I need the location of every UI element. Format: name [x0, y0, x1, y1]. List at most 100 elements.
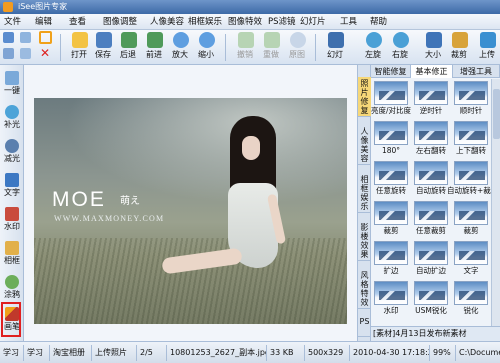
vtab-ps[interactable]: PS [358, 315, 371, 337]
fill-light-tool[interactable]: 补光 [0, 103, 24, 133]
toolbar-separator [225, 34, 226, 61]
effect-thumbnail [414, 161, 448, 185]
effect-rotate-cw[interactable]: 顺时针 [451, 81, 491, 117]
effect-free-rotate[interactable]: 任意旋转 [371, 161, 411, 197]
doodle-tool[interactable]: 涂鸦 [0, 273, 24, 303]
status-zoom: 99% [430, 345, 456, 361]
reduce-light-tool[interactable]: 减光 [0, 137, 24, 167]
panel-tabs: 智能修复 基本修正 增强工具 [371, 65, 500, 78]
menu-view[interactable]: 查看 [67, 14, 88, 30]
hand-tool-icon[interactable] [20, 32, 31, 43]
menu-frame-fun[interactable]: 相框娱乐 [186, 14, 224, 30]
effect-auto-rotate-crop[interactable]: 自动旋转+裁剪 [447, 161, 498, 197]
crop-tool-icon[interactable] [20, 48, 31, 59]
effect-expand-border[interactable]: 扩边 [371, 241, 411, 277]
effect-auto-expand[interactable]: 自动扩边 [411, 241, 451, 277]
redo-icon [264, 32, 280, 48]
slideshow-button[interactable]: 幻灯 [322, 31, 348, 64]
effect-thumbnail [374, 161, 408, 185]
menu-edit[interactable]: 编辑 [33, 14, 54, 30]
status-bar: 学习 学习 淘宝相册 上传照片 2/5 10801253_2627_副本.jpg… [0, 341, 500, 363]
panel-scrollbar[interactable] [491, 79, 500, 326]
status-learn[interactable]: 学习 [0, 345, 24, 361]
effect-rotate-180[interactable]: 180° [371, 121, 411, 157]
frame-tool[interactable]: 相框 [0, 239, 24, 269]
effect-brightness[interactable]: 亮度/对比度 [371, 81, 411, 117]
tab-enhance[interactable]: 增强工具 [453, 65, 500, 78]
folder-icon [72, 32, 88, 48]
effect-thumbnail [414, 201, 448, 225]
resize-icon [426, 32, 442, 48]
effect-usm-sharpen[interactable]: USM锐化 [411, 281, 451, 317]
rotate-left-icon [366, 32, 382, 48]
news-link[interactable]: [素材]4月13日发布新素材 [371, 326, 500, 341]
effect-crop[interactable]: 裁剪 [371, 201, 411, 237]
crop-icon [452, 32, 468, 48]
scrollbar-thumb[interactable] [493, 89, 500, 139]
zoom-out-button[interactable]: 缩小 [193, 31, 219, 64]
status-filename: 10801253_2627_副本.jpg [167, 345, 267, 361]
app-logo-icon [3, 2, 13, 12]
effect-thumbnail [454, 281, 488, 305]
toolbar-separator [60, 34, 61, 61]
effect-rotate-ccw[interactable]: 逆时针 [411, 81, 451, 117]
move-tool-icon[interactable] [3, 48, 14, 59]
effect-crop-2[interactable]: 裁剪 [451, 201, 491, 237]
status-upload-photo[interactable]: 上传照片 [92, 345, 137, 361]
effect-text[interactable]: 文字 [451, 241, 491, 277]
menu-image-adjust[interactable]: 图像调整 [101, 14, 139, 30]
effect-thumbnail [454, 121, 488, 145]
watermark-tool[interactable]: 水印 [0, 205, 24, 235]
watermark-url: WWW.MAXMONEY.COM [54, 214, 165, 223]
menu-tools[interactable]: 工具 [338, 14, 359, 30]
effect-flip-vertical[interactable]: 上下翻转 [451, 121, 491, 157]
effect-watermark[interactable]: 水印 [371, 281, 411, 317]
delete-icon[interactable]: ✕ [40, 47, 51, 59]
watermark-title: MOE [52, 188, 106, 211]
rect-select-icon[interactable] [39, 31, 52, 44]
menu-file[interactable]: 文件 [2, 14, 23, 30]
upload-button[interactable]: 上传 [474, 31, 500, 64]
original-icon [290, 32, 306, 48]
select-tool-icon[interactable] [3, 32, 14, 43]
status-taobao-album[interactable]: 淘宝相册 [50, 345, 92, 361]
effect-thumbnail [374, 81, 408, 105]
tab-smart-repair[interactable]: 智能修复 [371, 65, 411, 78]
status-study[interactable]: 学习 [24, 345, 50, 361]
slideshow-icon [328, 32, 344, 48]
status-path: C:\Documents [459, 348, 500, 357]
effect-thumbnail [414, 241, 448, 265]
effect-thumbnail [414, 281, 448, 305]
menu-help[interactable]: 帮助 [368, 14, 389, 30]
upload-icon [480, 32, 496, 48]
rotate-right-button[interactable]: 右旋 [387, 31, 413, 64]
effects-panel: 智能修复 基本修正 增强工具 亮度/对比度 逆时针 顺时针 180° 左右翻转 … [371, 65, 500, 341]
effect-thumbnail [454, 241, 488, 265]
one-click-tool[interactable]: 一键 [0, 69, 24, 99]
menu-image-effects[interactable]: 图像特效 [226, 14, 264, 30]
effect-flip-horizontal[interactable]: 左右翻转 [411, 121, 451, 157]
status-dimensions: 500x329 [305, 345, 350, 361]
effect-thumbnail [414, 121, 448, 145]
text-tool[interactable]: 文字 [0, 171, 24, 201]
tab-basic-fix[interactable]: 基本修正 [411, 65, 453, 78]
vtab-portrait[interactable]: 人像美容 [358, 125, 371, 165]
image-canvas[interactable]: MOE 萌え WWW.MAXMONEY.COM [24, 65, 357, 341]
menu-slideshow[interactable]: 幻灯片 [298, 14, 328, 30]
doodle-icon [5, 275, 19, 289]
menu-ps-filters[interactable]: PS滤镜 [266, 14, 298, 30]
effect-sharpen[interactable]: 锐化 [451, 281, 491, 317]
reduce-light-icon [5, 139, 19, 153]
watermark-cn: 萌え [120, 196, 140, 207]
frame-icon [5, 241, 19, 255]
effect-auto-rotate[interactable]: 自动旋转 [411, 161, 451, 197]
effect-free-crop[interactable]: 任意裁剪 [411, 201, 451, 237]
effect-thumbnail [374, 241, 408, 265]
photo: MOE 萌え WWW.MAXMONEY.COM [34, 98, 347, 324]
original-button[interactable]: 原图 [284, 31, 310, 64]
zoom-in-icon [173, 32, 189, 48]
crop-button[interactable]: 裁剪 [446, 31, 472, 64]
back-icon [121, 32, 137, 48]
menu-portrait[interactable]: 人像美容 [148, 14, 186, 30]
menu-bar: 文件 编辑 查看 图像调整 人像美容 相框娱乐 图像特效 PS滤镜 幻灯片 工具… [0, 14, 500, 30]
